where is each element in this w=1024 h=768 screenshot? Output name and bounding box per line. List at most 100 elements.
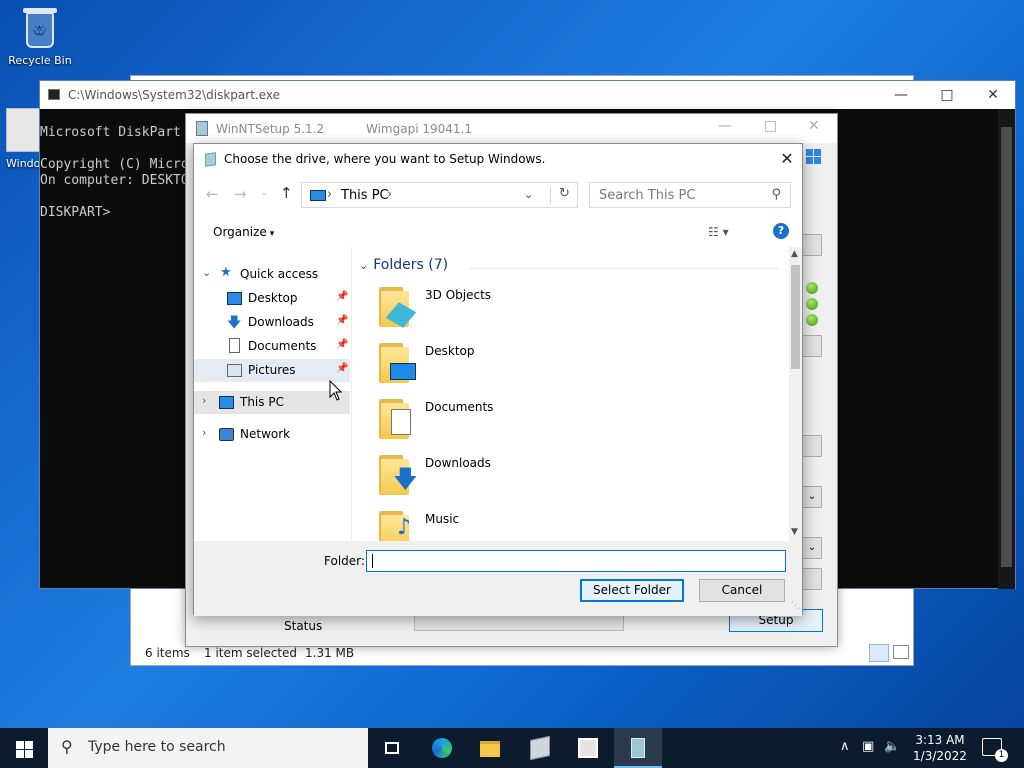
folder-item-music[interactable]: ♪ Music	[379, 509, 679, 541]
winntsetup-side-button-1[interactable]	[802, 234, 822, 256]
edge-button[interactable]	[418, 728, 466, 768]
folder-item-downloads[interactable]: 🡇 Downloads	[379, 453, 679, 503]
help-icon[interactable]: ?	[773, 223, 789, 239]
console-maximize-button[interactable]: □	[924, 83, 970, 107]
network-icon	[219, 428, 234, 441]
choose-folder-dialog[interactable]: Choose the drive, where you want to Setu…	[193, 143, 803, 616]
winntsetup-side-button-3[interactable]	[802, 435, 822, 457]
breadcrumb-this-pc[interactable]: This PC	[341, 188, 389, 203]
resize-grip-icon[interactable]: ⋱	[791, 601, 800, 611]
recent-locations-icon[interactable]: ⌄	[260, 187, 268, 198]
nav-item-pictures[interactable]: Pictures 📌	[194, 359, 350, 382]
file-explorer-icon	[480, 741, 500, 757]
folder-item-3d-objects[interactable]: 3D Objects	[379, 285, 679, 335]
recycle-bin-shortcut[interactable]: ♻ Recycle Bin	[6, 6, 74, 67]
window-app-icon	[578, 738, 598, 758]
desktop-shortcut-icon[interactable]	[6, 108, 40, 152]
winntsetup-title-bar[interactable]: WinNTSetup 5.1.2 Wimgapi 19041.1 — □ ✕	[186, 114, 837, 143]
organize-button[interactable]: Organize ▾	[213, 225, 274, 239]
cancel-button[interactable]: Cancel	[699, 579, 785, 602]
nav-item-quick-access[interactable]: ⌄ ★ Quick access	[194, 263, 350, 286]
scrollbar-thumb[interactable]	[791, 265, 800, 369]
search-icon[interactable]: ⚲	[771, 187, 781, 202]
pin-icon: 📌	[336, 315, 349, 326]
breadcrumb-separator[interactable]: ›	[387, 187, 392, 202]
folder-input[interactable]	[366, 550, 786, 572]
console-minimize-button[interactable]: —	[878, 83, 924, 107]
nav-item-documents[interactable]: Documents 📌	[194, 335, 350, 358]
window-app-button[interactable]	[564, 728, 612, 768]
nav-item-label: Network	[240, 427, 291, 441]
folder-item-desktop[interactable]: Desktop	[379, 341, 679, 391]
chevron-down-icon[interactable]: ⌄	[202, 266, 211, 279]
content-scrollbar[interactable]: ▲ ▼	[789, 247, 802, 541]
nav-item-network[interactable]: › Network	[194, 423, 350, 446]
console-scrollbar[interactable]	[998, 109, 1015, 589]
winntsetup-dropdown-1[interactable]: ⌄	[802, 486, 822, 508]
start-button[interactable]	[0, 728, 48, 768]
up-arrow-icon[interactable]: ↑	[280, 184, 293, 202]
nav-item-downloads[interactable]: 🡇 Downloads 📌	[194, 311, 350, 334]
winntsetup-maximize-button[interactable]: □	[764, 118, 777, 134]
console-close-button[interactable]: ✕	[970, 83, 1016, 107]
console-output[interactable]: Microsoft DiskPart Copyright (C) Micro O…	[40, 125, 189, 221]
forward-arrow-icon[interactable]: →	[234, 185, 247, 203]
task-view-icon	[385, 742, 399, 754]
music-folder-icon: ♪	[379, 509, 411, 541]
action-center-icon[interactable]: 1	[982, 738, 1008, 762]
system-clock[interactable]: 3:13 AM 1/3/2022	[906, 732, 974, 764]
winntsetup-app-icon	[196, 121, 208, 136]
winntsetup-dropdown-2[interactable]: ⌄	[802, 537, 822, 559]
details-view-icon[interactable]	[869, 644, 889, 662]
address-dropdown-icon[interactable]: ⌄	[524, 188, 533, 201]
console-title-bar[interactable]: C:\Windows\System32\diskpart.exe — □ ✕	[40, 81, 1015, 109]
winntsetup-side-button-4[interactable]	[802, 568, 822, 590]
setup-app-icon	[530, 735, 550, 761]
scroll-up-icon[interactable]: ▲	[791, 249, 798, 259]
console-app-icon	[48, 89, 60, 100]
nav-item-label: Pictures	[248, 363, 296, 377]
address-bar[interactable]: › This PC › ⌄ ↻	[301, 182, 578, 208]
scroll-down-icon[interactable]: ▼	[791, 527, 798, 537]
nav-item-this-pc[interactable]: › This PC	[194, 391, 350, 414]
breadcrumb-separator[interactable]: ›	[327, 187, 332, 202]
dialog-close-button[interactable]: ✕	[772, 144, 802, 174]
pin-icon: 📌	[336, 291, 349, 302]
status-progress-bar	[414, 614, 624, 631]
refresh-icon[interactable]: ↻	[550, 186, 578, 204]
winntsetup-side-button-2[interactable]	[802, 335, 822, 357]
search-placeholder: Search This PC	[599, 188, 696, 203]
winntsetup-taskbar-button[interactable]	[614, 728, 662, 768]
taskbar-search-box[interactable]: ⚲ Type here to search	[48, 728, 368, 768]
large-icons-view-icon[interactable]	[893, 645, 909, 659]
chevron-right-icon[interactable]: ›	[202, 426, 206, 439]
folders-group-header[interactable]: ⌄ Folders (7)	[359, 257, 448, 273]
tray-overflow-chevron-icon[interactable]: ∧	[840, 739, 850, 754]
search-icon: ⚲	[61, 737, 73, 756]
status-item-count: 6 items	[145, 646, 190, 660]
chevron-right-icon[interactable]: ›	[202, 394, 206, 407]
pictures-icon	[227, 364, 242, 377]
winntsetup-close-button[interactable]: ✕	[808, 118, 820, 134]
search-box[interactable]: Search This PC ⚲	[589, 182, 791, 208]
setup-app-button[interactable]	[516, 728, 564, 768]
back-arrow-icon[interactable]: ←	[206, 185, 219, 203]
dialog-app-icon	[205, 152, 216, 167]
documents-icon	[229, 338, 240, 353]
dialog-navigation-bar: ← → ⌄ ↑ › This PC › ⌄ ↻ Search This PC ⚲	[194, 174, 802, 216]
status-selected: 1 item selected	[204, 646, 298, 660]
downloads-icon: 🡇	[227, 315, 242, 331]
folder-label: Documents	[425, 400, 494, 414]
select-folder-button[interactable]: Select Folder	[580, 579, 684, 602]
folder-item-documents[interactable]: Documents	[379, 397, 679, 447]
nav-item-desktop[interactable]: Desktop 📌	[194, 287, 350, 310]
winntsetup-minimize-button[interactable]: —	[718, 118, 732, 134]
dialog-title-bar[interactable]: Choose the drive, where you want to Setu…	[194, 144, 802, 174]
change-view-icon[interactable]: ☷ ▾	[708, 225, 729, 239]
task-view-button[interactable]	[368, 728, 416, 768]
volume-muted-icon[interactable]: 🔈	[884, 739, 900, 754]
notification-count-badge: 1	[995, 749, 1008, 762]
network-tray-icon[interactable]: ▣	[862, 739, 874, 754]
organize-label: Organize	[213, 225, 267, 239]
file-explorer-button[interactable]	[466, 728, 514, 768]
